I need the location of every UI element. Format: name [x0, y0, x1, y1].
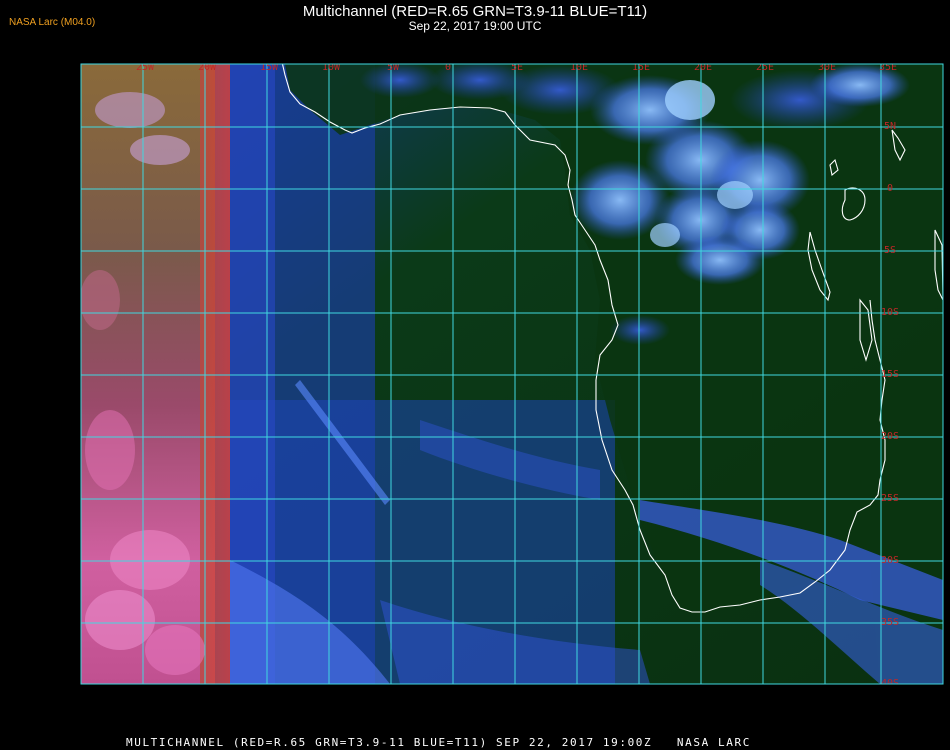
- latitude-label: 20S: [881, 431, 899, 442]
- latitude-label: 25S: [881, 493, 899, 504]
- latitude-label: 30S: [881, 555, 899, 566]
- satellite-image: 25W 20W 15W 10W 5W 0 5E 10E 15E 20E 25E 30E 35E 5N05…: [80, 63, 944, 685]
- satellite-map-view: Multichannel (RED=R.65 GRN=T3.9-11 BLUE=…: [0, 0, 950, 750]
- latitude-label: 5S: [884, 245, 896, 256]
- latitude-label: 5N: [884, 121, 896, 132]
- latitude-label: 0: [887, 183, 893, 194]
- latitude-label: 35S: [881, 617, 899, 628]
- latitude-label: 10S: [881, 307, 899, 318]
- latitude-label: 15S: [881, 369, 899, 380]
- footer-caption: MULTICHANNEL (RED=R.65 GRN=T3.9-11 BLUE=…: [126, 736, 751, 749]
